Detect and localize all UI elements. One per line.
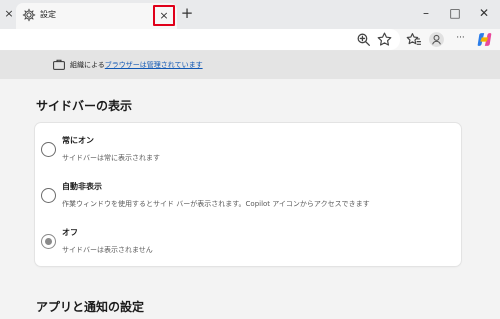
new-tab-button[interactable]: +: [179, 5, 195, 21]
zoom-icon[interactable]: [355, 31, 372, 48]
option-off[interactable]: オフ サイドバーは表示されません: [35, 215, 461, 260]
profile-avatar-icon[interactable]: [428, 31, 445, 48]
tab-title: 設定: [40, 10, 56, 19]
favorite-star-icon[interactable]: [376, 31, 393, 48]
option-label: オフ: [62, 228, 78, 237]
banner-prefix: 組織による: [70, 61, 105, 69]
close-window-button[interactable]: ✕: [475, 4, 493, 22]
tab-strip: × 設定 × + – □ ✕: [0, 0, 500, 29]
address-bar[interactable]: [0, 29, 400, 50]
option-label: 常にオン: [62, 136, 94, 145]
browser-toolbar: ···: [0, 29, 500, 51]
section-title-apps-notifications: アプリと通知の設定: [36, 300, 145, 314]
option-auto-hide[interactable]: 自動非表示 作業ウィンドウを使用するとサイド バーが表示されます。Copilot…: [35, 169, 461, 214]
managed-by-org-banner: 組織によるブラウザーは管理されています: [0, 51, 500, 79]
option-description: サイドバーは表示されません: [62, 246, 153, 254]
section-title-sidebar: サイドバーの表示: [36, 99, 133, 113]
tab-close-button[interactable]: ×: [153, 5, 175, 26]
radio-always-on[interactable]: [41, 142, 56, 157]
minimize-button[interactable]: –: [417, 4, 435, 22]
favorites-icon[interactable]: [405, 31, 422, 48]
option-label: 自動非表示: [62, 182, 102, 191]
managed-browser-link[interactable]: ブラウザーは管理されています: [105, 61, 203, 69]
maximize-button[interactable]: □: [446, 4, 464, 22]
close-sidebar-icon[interactable]: ×: [2, 6, 16, 22]
radio-off[interactable]: [41, 234, 56, 249]
banner-text: 組織によるブラウザーは管理されています: [70, 60, 203, 70]
radio-auto-hide[interactable]: [41, 188, 56, 203]
tab-settings[interactable]: 設定 ×: [16, 3, 177, 29]
sidebar-options-card: 常にオン サイドバーは常に表示されます 自動非表示 作業ウィンドウを使用するとサ…: [35, 123, 461, 266]
option-description: 作業ウィンドウを使用するとサイド バーが表示されます。Copilot アイコンか…: [62, 200, 370, 208]
more-menu-icon[interactable]: ···: [452, 31, 469, 48]
briefcase-icon: [53, 59, 65, 70]
option-always-on[interactable]: 常にオン サイドバーは常に表示されます: [35, 123, 461, 168]
option-description: サイドバーは常に表示されます: [62, 154, 160, 162]
gear-icon: [22, 8, 36, 22]
copilot-icon[interactable]: [476, 31, 493, 48]
